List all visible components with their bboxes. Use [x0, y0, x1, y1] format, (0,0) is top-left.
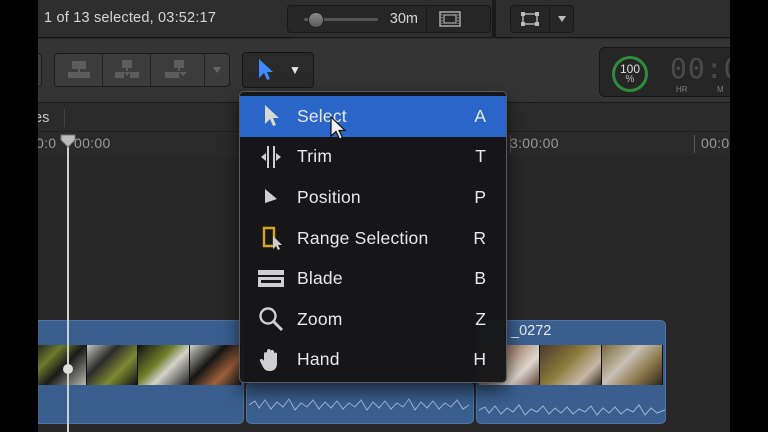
toolbar-divider: [492, 0, 496, 38]
timecode-display: 00:0: [670, 52, 730, 85]
clip-thumbnail: [189, 345, 241, 385]
tool-menu: Select A Trim T Position P Range Selecti…: [239, 91, 507, 383]
audio-waveform: [249, 398, 469, 411]
menu-item-shortcut: R: [473, 227, 486, 248]
menu-item-shortcut: H: [473, 349, 486, 370]
filmstrip-icon: [438, 11, 461, 27]
edit-options-menu[interactable]: [205, 54, 229, 86]
dashboard: 100 % 00:0 HR M: [599, 47, 730, 97]
clip-appearance-button[interactable]: [426, 6, 472, 32]
trim-icon: [257, 143, 285, 171]
ruler-timecode-mid: 3:00:00: [510, 135, 559, 151]
chevron-down-icon: [557, 16, 566, 22]
append-clip-icon: [164, 60, 187, 78]
menu-item-shortcut: P: [474, 186, 486, 207]
ruler-timecode-start-tail: 00:00: [74, 135, 111, 151]
select-tool-icon: [243, 58, 289, 82]
playhead-handle[interactable]: [60, 134, 76, 148]
hand-icon: [257, 346, 285, 374]
selection-status: 1 of 13 selected, 03:52:17: [44, 10, 217, 26]
audio-waveform: [479, 404, 665, 416]
zoom-icon: [257, 305, 285, 333]
transform-menu-button[interactable]: [549, 6, 573, 32]
menu-item-position[interactable]: Position P: [240, 177, 506, 218]
connect-clip-icon: [67, 61, 90, 78]
menu-item-label: Position: [297, 186, 361, 207]
clip-thumbnail: [38, 345, 87, 385]
menu-item-range-selection[interactable]: Range Selection R: [240, 218, 506, 259]
insert-clip-icon: [114, 60, 139, 78]
app-window: 1 of 13 selected, 03:52:17 30m ▼ 100 % 0…: [38, 0, 730, 432]
append-button[interactable]: [151, 54, 205, 86]
skimmer-dot: [63, 364, 73, 374]
menu-item-shortcut: B: [474, 268, 486, 289]
transform-button[interactable]: [511, 6, 549, 32]
clip-thumbnail: [138, 345, 190, 385]
menu-item-trim[interactable]: Trim T: [240, 137, 506, 178]
index-label: es: [38, 110, 50, 126]
letterbox-right: [730, 0, 768, 432]
clip-thumbnail: [540, 345, 602, 385]
menu-item-label: Zoom: [297, 308, 343, 329]
zoom-value: 30m: [389, 11, 418, 27]
mouse-cursor: [330, 116, 347, 140]
playhead[interactable]: [67, 140, 69, 432]
clip-thumbnail: [86, 345, 138, 385]
transform-icon: [521, 12, 539, 26]
menu-item-blade[interactable]: Blade B: [240, 258, 506, 299]
letterbox-left: [0, 0, 38, 432]
edit-buttons-group: [54, 53, 230, 87]
zoom-slider-knob[interactable]: [308, 12, 324, 28]
menu-item-label: Trim: [297, 146, 333, 167]
zoom-control: 30m: [287, 5, 491, 33]
header-divider: [64, 109, 65, 127]
menu-item-label: Blade: [297, 268, 343, 289]
timecode-min-label: M: [717, 85, 724, 94]
meter-unit: %: [625, 74, 635, 85]
arrow-icon: [257, 102, 285, 130]
ruler-timecode-right: 00:0: [701, 135, 730, 151]
menu-item-zoom[interactable]: Zoom Z: [240, 299, 506, 340]
position-icon: [257, 183, 285, 211]
chevron-down-icon: ▼: [289, 63, 301, 77]
blade-icon: [257, 265, 285, 293]
clip-thumbnail: [601, 345, 663, 385]
chevron-down-icon: [213, 67, 221, 73]
timeline-clip-middle[interactable]: [246, 382, 474, 424]
range-selection-icon: [257, 224, 285, 252]
menu-item-shortcut: T: [475, 146, 486, 167]
menu-item-label: Hand: [297, 349, 340, 370]
toolbar-button-partial[interactable]: [38, 53, 42, 87]
menu-item-shortcut: Z: [475, 308, 486, 329]
ruler-timecode-start: 0:0: [38, 135, 57, 151]
menu-item-select[interactable]: Select A: [240, 96, 506, 137]
ruler-tick: [694, 135, 695, 153]
transform-control: [510, 5, 574, 33]
insert-button[interactable]: [103, 54, 151, 86]
timecode-hr-label: HR: [676, 85, 688, 94]
connect-button[interactable]: [55, 54, 103, 86]
menu-item-label: Range Selection: [297, 227, 429, 248]
background-tasks-meter[interactable]: 100 %: [612, 56, 648, 92]
menu-item-hand[interactable]: Hand H: [240, 340, 506, 381]
clip-name: _0272: [511, 323, 552, 339]
top-bar: 1 of 13 selected, 03:52:17 30m: [38, 0, 730, 38]
tool-menu-button[interactable]: ▼: [242, 52, 314, 88]
menu-item-shortcut: A: [474, 105, 486, 126]
